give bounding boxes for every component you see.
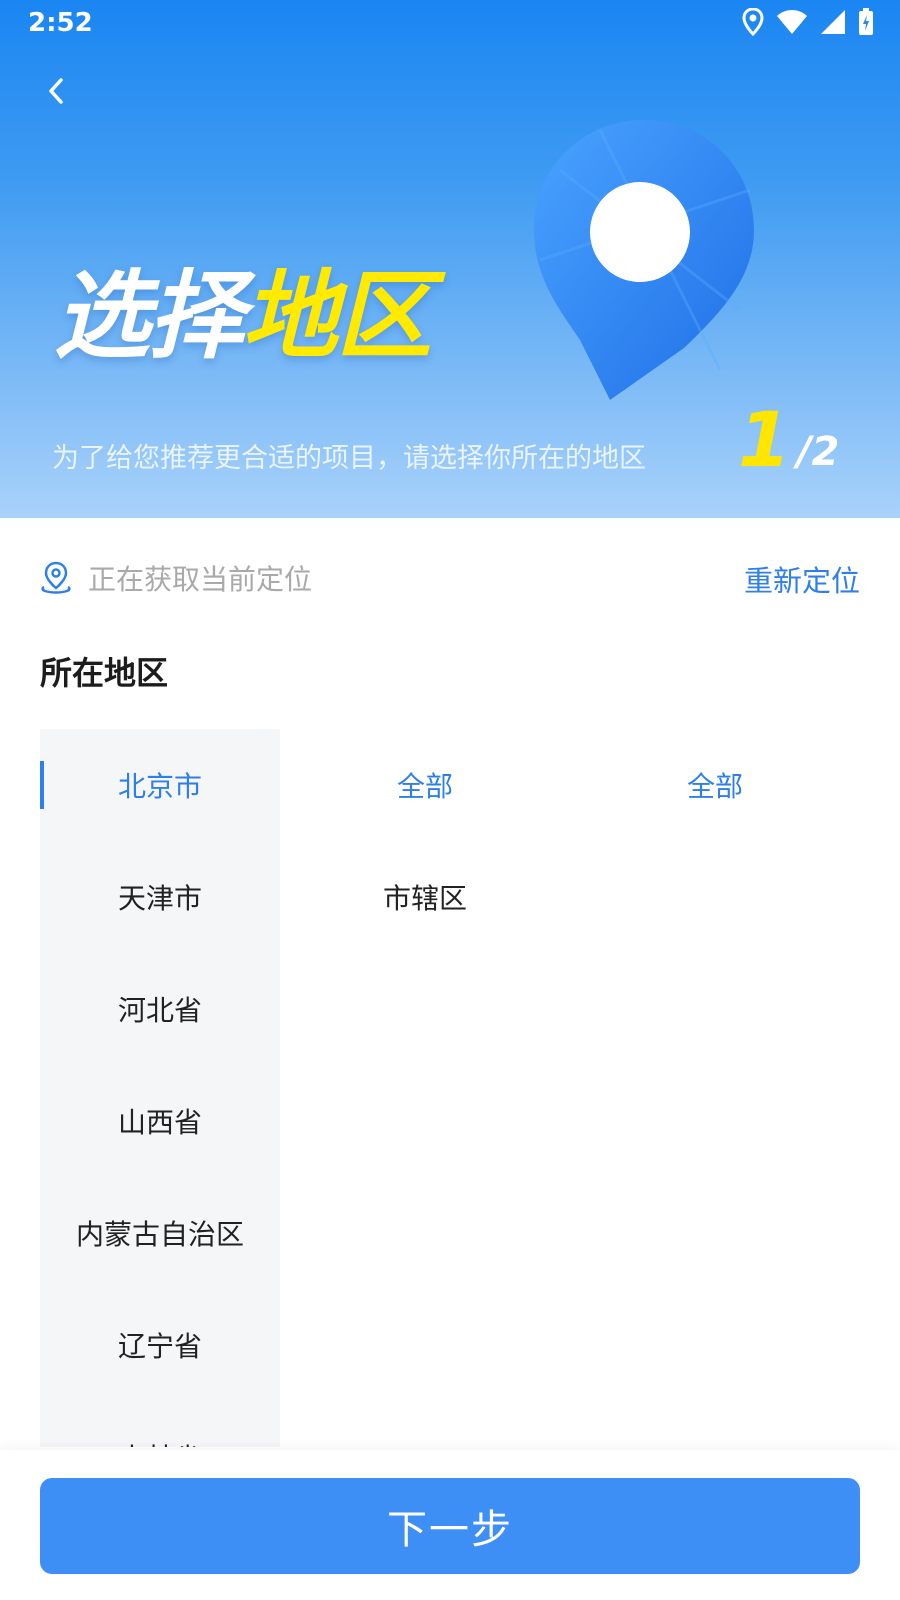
city-column[interactable]: 全部 市辖区 (280, 729, 570, 1447)
status-icons (742, 8, 874, 36)
title-part-white: 选择 (54, 260, 244, 372)
next-button[interactable]: 下一步 (40, 1478, 860, 1574)
district-item[interactable]: 全部 (570, 729, 860, 841)
step-current: 1 (738, 395, 791, 484)
province-item[interactable]: 山西省 (40, 1065, 280, 1177)
back-button[interactable] (36, 70, 76, 116)
wifi-icon (776, 9, 808, 35)
province-item[interactable]: 河北省 (40, 953, 280, 1065)
header-banner: 2:52 选择地区 为了给您推荐更合适的项目，请选择你所在的地区 1 /2 (0, 0, 900, 518)
status-bar: 2:52 (0, 0, 900, 50)
province-column[interactable]: 北京市 天津市 河北省 山西省 内蒙古自治区 辽宁省 吉林省 (40, 729, 280, 1447)
title-part-yellow: 地区 (242, 260, 432, 372)
step-total: /2 (796, 429, 840, 475)
province-item[interactable]: 辽宁省 (40, 1289, 280, 1401)
section-title: 所在地区 (40, 654, 169, 692)
step-indicator: 1 /2 (738, 398, 839, 478)
signal-icon (820, 9, 846, 35)
back-chevron-icon (46, 76, 66, 110)
province-item[interactable]: 北京市 (40, 729, 280, 841)
district-column[interactable]: 全部 (570, 729, 860, 1447)
status-time: 2:52 (28, 8, 93, 38)
footer-bar: 下一步 (0, 1450, 900, 1600)
location-row: 正在获取当前定位 重新定位 (40, 556, 860, 600)
location-outline-icon (40, 560, 72, 598)
location-pin-icon (742, 8, 764, 36)
map-pin-icon (520, 110, 780, 404)
province-item[interactable]: 吉林省 (40, 1401, 280, 1447)
city-item[interactable]: 市辖区 (280, 841, 570, 953)
region-picker: 北京市 天津市 河北省 山西省 内蒙古自治区 辽宁省 吉林省 全部 市辖区 全部 (40, 729, 860, 1447)
page-subtitle: 为了给您推荐更合适的项目，请选择你所在的地区 (52, 443, 646, 474)
province-item[interactable]: 内蒙古自治区 (40, 1177, 280, 1289)
location-status: 正在获取当前定位 (88, 563, 313, 596)
province-item[interactable]: 天津市 (40, 841, 280, 953)
relocate-button[interactable]: 重新定位 (744, 558, 860, 600)
battery-icon (858, 8, 874, 36)
page-title: 选择地区 (54, 268, 432, 364)
city-item[interactable]: 全部 (280, 729, 570, 841)
